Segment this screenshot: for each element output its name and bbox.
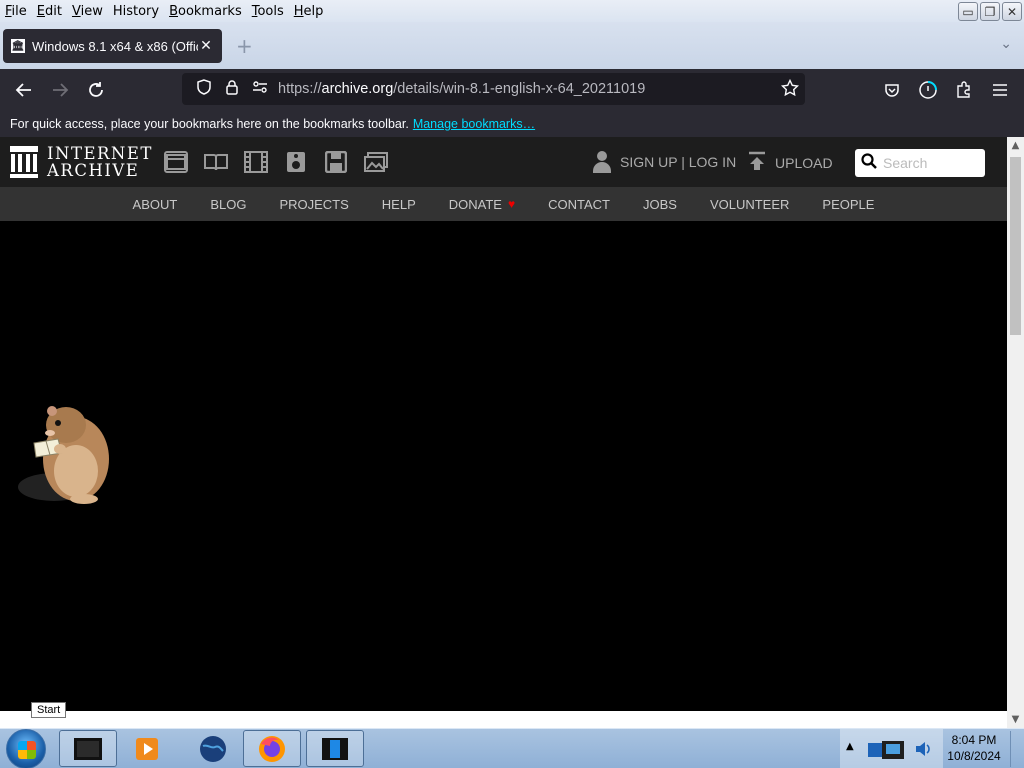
window-controls: ▭ ❐ ✕ xyxy=(958,2,1022,21)
upload-label: UPLOAD xyxy=(775,155,833,171)
ia-logo-text: INTERNET ARCHIVE xyxy=(47,144,153,180)
heart-icon: ♥ xyxy=(507,197,516,211)
taskbar: ▲ 8:04 PM 10/8/2024 xyxy=(0,728,1024,768)
minimize-button[interactable]: ▭ xyxy=(958,2,978,21)
menu-view[interactable]: View xyxy=(67,4,108,19)
sign-up-login[interactable]: SIGN UP | LOG IN xyxy=(593,151,736,173)
bookmarks-toolbar: For quick access, place your bookmarks h… xyxy=(0,111,1024,137)
lock-icon[interactable] xyxy=(218,79,246,99)
close-window-button[interactable]: ✕ xyxy=(1002,2,1022,21)
vm-window-icon xyxy=(74,737,102,760)
pocket-icon[interactable] xyxy=(874,72,910,108)
start-tooltip: Start xyxy=(31,702,67,718)
ia-header: INTERNET ARCHIVE SIGN UP | LOG IN UPLOAD… xyxy=(0,137,1007,187)
tab-list-icon[interactable]: ⌄ xyxy=(1000,36,1012,52)
bookmarks-hint: For quick access, place your bookmarks h… xyxy=(10,117,409,131)
menu-tools[interactable]: Tools xyxy=(247,4,289,19)
extensions-icon[interactable] xyxy=(946,72,982,108)
hamburger-menu-icon[interactable] xyxy=(982,72,1018,108)
globe-icon xyxy=(200,735,226,762)
toolbar-right xyxy=(874,72,1018,108)
archive-favicon-icon: 🏛 xyxy=(11,39,25,53)
account-sync-icon[interactable] xyxy=(910,72,946,108)
ia-search-box[interactable] xyxy=(855,149,985,177)
network-icon[interactable] xyxy=(866,738,910,762)
menu-history[interactable]: History xyxy=(108,4,164,19)
nav-blog[interactable]: BLOG xyxy=(194,197,263,212)
tab-active[interactable]: 🏛 Windows 8.1 x64 & x86 (Official ✕ xyxy=(3,29,222,63)
nav-contact[interactable]: CONTACT xyxy=(532,197,627,212)
url-bar[interactable]: https://archive.org/details/win-8.1-engl… xyxy=(182,73,805,105)
manage-bookmarks-link[interactable]: Manage bookmarks… xyxy=(413,117,535,131)
bookmark-star-icon[interactable] xyxy=(780,78,800,102)
media-player-icon xyxy=(136,737,158,760)
restore-button[interactable]: ❐ xyxy=(980,2,1000,21)
archive-building-icon xyxy=(10,146,38,178)
scroll-up-arrow-icon[interactable]: ▲ xyxy=(1007,137,1024,154)
texts-icon[interactable] xyxy=(204,151,228,173)
windows-logo-icon xyxy=(18,741,36,759)
back-arrow-icon[interactable] xyxy=(6,72,42,108)
tab-bar: 🏛 Windows 8.1 x64 & x86 (Official ✕ + ⌄ xyxy=(0,22,1024,69)
loading-hamster-image xyxy=(18,406,109,504)
tray-expand-icon[interactable]: ▲ xyxy=(846,741,854,752)
permissions-icon[interactable] xyxy=(246,80,274,98)
taskbar-virtualbox[interactable] xyxy=(59,730,117,767)
menu-bookmarks[interactable]: Bookmarks xyxy=(164,4,247,19)
scroll-down-arrow-icon[interactable]: ▼ xyxy=(1007,711,1024,728)
images-icon[interactable] xyxy=(364,151,388,173)
tab-close-icon[interactable]: ✕ xyxy=(198,38,214,54)
scroll-thumb[interactable] xyxy=(1010,157,1021,335)
person-icon xyxy=(593,151,611,173)
nav-donate-label: DONATE xyxy=(448,196,502,212)
reload-icon[interactable] xyxy=(78,72,114,108)
menu-file[interactable]: File xyxy=(0,4,32,19)
app-window-icon xyxy=(322,737,348,760)
nav-jobs[interactable]: JOBS xyxy=(626,197,693,212)
start-button[interactable] xyxy=(6,729,46,768)
firefox-icon xyxy=(259,735,285,762)
audio-icon[interactable] xyxy=(284,151,308,173)
search-icon xyxy=(861,153,877,173)
menu-bar: File Edit View History Bookmarks Tools H… xyxy=(0,0,1024,22)
nav-help[interactable]: HELP xyxy=(365,197,432,212)
shield-icon[interactable] xyxy=(190,79,218,99)
search-input[interactable] xyxy=(883,155,978,171)
new-tab-button[interactable]: + xyxy=(236,34,253,58)
nav-donate[interactable]: DONATE ♥ xyxy=(432,197,531,212)
nav-projects[interactable]: PROJECTS xyxy=(263,197,365,212)
video-icon[interactable] xyxy=(244,151,268,173)
taskbar-firefox[interactable] xyxy=(243,730,301,767)
software-icon[interactable] xyxy=(324,151,348,173)
page-bottom-strip xyxy=(0,711,1007,728)
menu-edit[interactable]: Edit xyxy=(32,4,67,19)
ia-nav-bar: ABOUT BLOG PROJECTS HELP DONATE ♥ CONTACT… xyxy=(0,187,1007,221)
sign-up-login-label[interactable]: SIGN UP | LOG IN xyxy=(620,154,736,170)
nav-people[interactable]: PEOPLE xyxy=(806,197,891,212)
page-scrollbar[interactable]: ▲ ▼ xyxy=(1007,137,1024,728)
taskbar-app[interactable] xyxy=(306,730,364,767)
upload-button[interactable]: UPLOAD xyxy=(748,151,833,175)
url-text[interactable]: https://archive.org/details/win-8.1-engl… xyxy=(278,81,645,97)
media-type-icons xyxy=(164,151,388,173)
show-desktop-button[interactable] xyxy=(1010,731,1022,767)
volume-icon[interactable] xyxy=(914,740,932,758)
nav-about[interactable]: ABOUT xyxy=(116,197,194,212)
forward-arrow-icon[interactable] xyxy=(42,72,78,108)
taskbar-media-player[interactable] xyxy=(118,730,176,767)
menu-help[interactable]: Help xyxy=(289,4,329,19)
taskbar-globe[interactable] xyxy=(184,730,242,767)
upload-icon xyxy=(748,151,766,175)
nav-toolbar: https://archive.org/details/win-8.1-engl… xyxy=(0,69,1024,111)
page-viewport: INTERNET ARCHIVE SIGN UP | LOG IN UPLOAD… xyxy=(0,137,1007,711)
clock-time: 8:04 PM xyxy=(951,733,997,747)
nav-volunteer[interactable]: VOLUNTEER xyxy=(693,197,805,212)
ia-logo[interactable]: INTERNET ARCHIVE xyxy=(10,145,153,179)
tab-title: Windows 8.1 x64 & x86 (Official xyxy=(32,38,198,54)
clock-date: 10/8/2024 xyxy=(947,749,1001,763)
taskbar-clock[interactable]: 8:04 PM 10/8/2024 xyxy=(944,732,1004,764)
web-icon[interactable] xyxy=(164,151,188,173)
